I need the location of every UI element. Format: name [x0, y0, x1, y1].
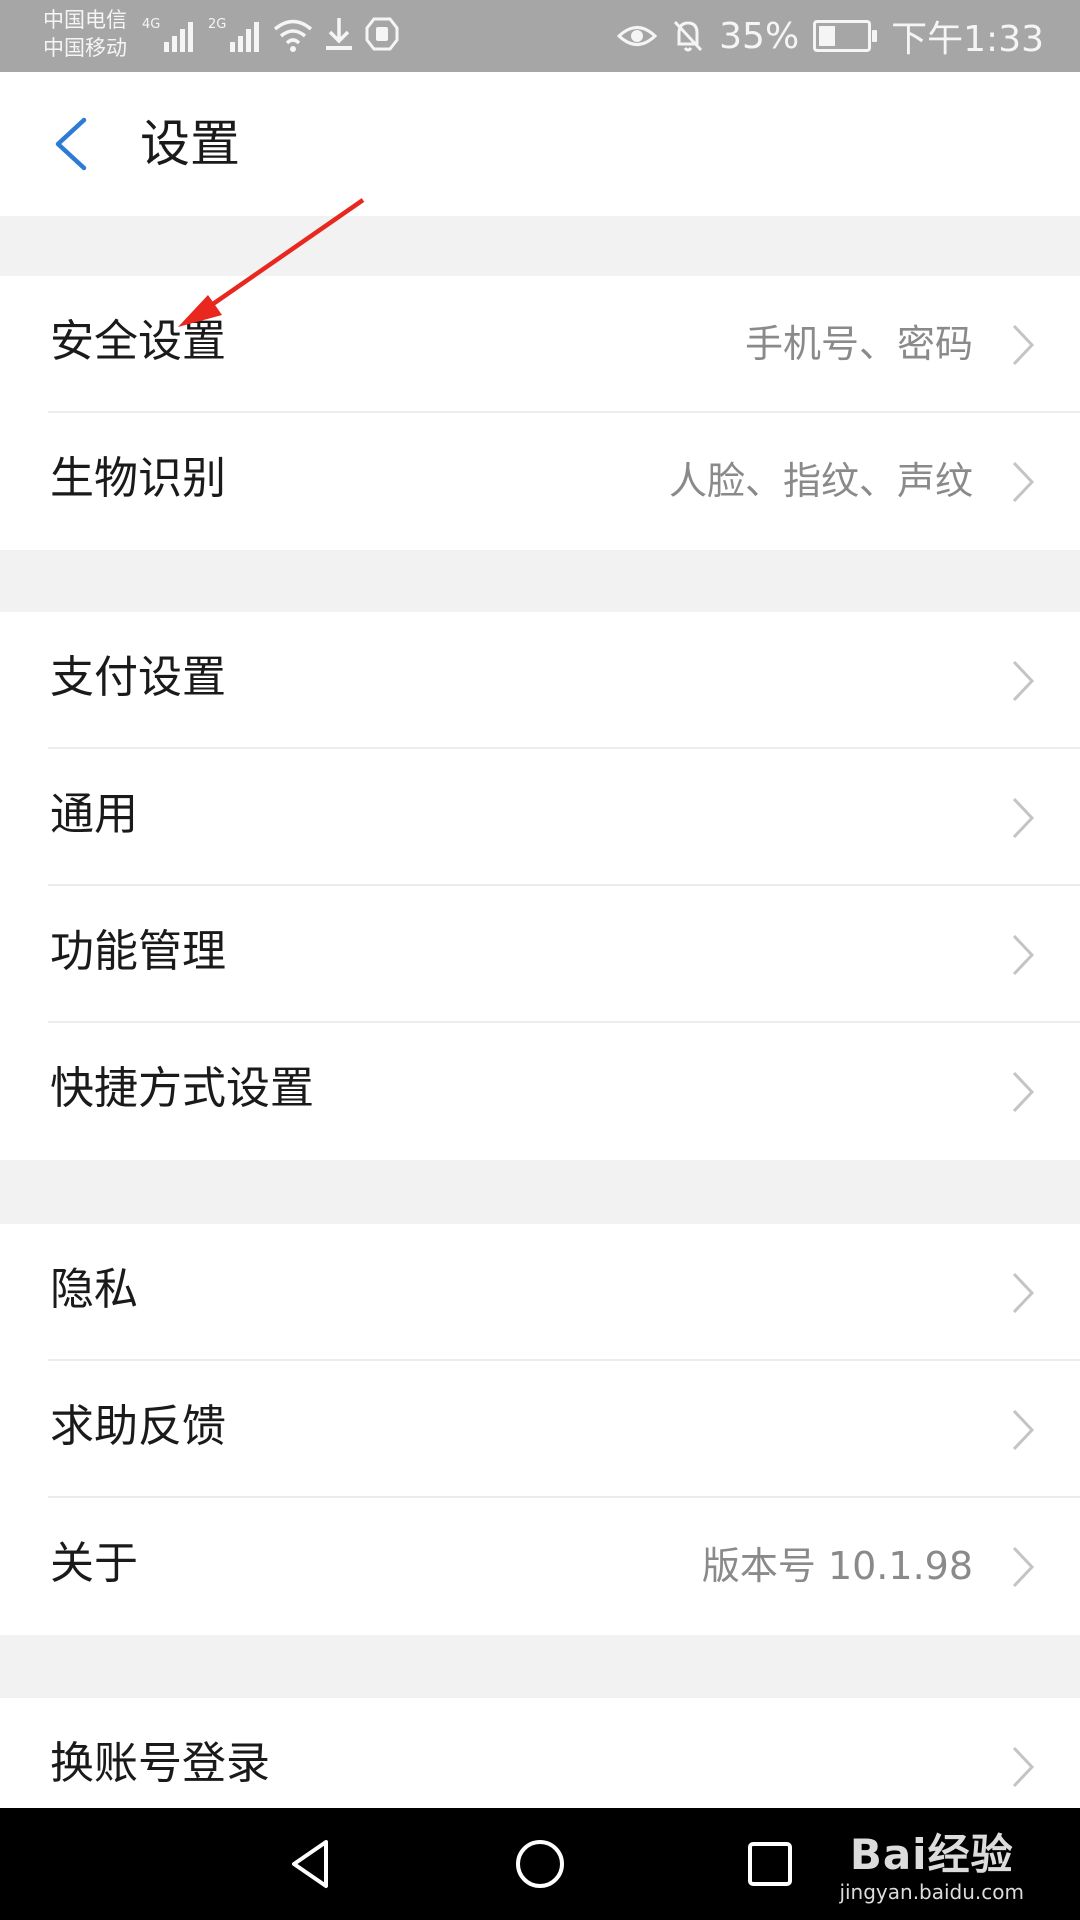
- item-label: 隐私: [50, 1264, 138, 1315]
- item-label: 快捷方式设置: [50, 1063, 314, 1114]
- chevron-right-icon: [1012, 1746, 1035, 1788]
- clock: 下午1:33: [891, 19, 1044, 60]
- carrier-info: 中国电信 中国移动: [43, 6, 127, 62]
- eye-icon: [617, 26, 658, 46]
- battery-fill: [819, 26, 836, 46]
- chevron-right-icon: [1012, 1546, 1035, 1588]
- item-label: 求助反馈: [50, 1401, 226, 1452]
- status-right: 35% 下午1:33: [617, 10, 1044, 62]
- settings-item-shortcuts[interactable]: 快捷方式设置: [0, 1023, 1080, 1160]
- title-bar: 设置: [0, 72, 1080, 216]
- wifi-icon: [273, 19, 313, 52]
- item-label: 安全设置: [50, 316, 226, 367]
- signal-icon: 4G: [142, 17, 193, 52]
- mute-bell-icon: [674, 20, 703, 52]
- settings-item-biometrics[interactable]: 生物识别 人脸、指纹、声纹: [0, 413, 1080, 550]
- item-value: 版本号 10.1.98: [701, 1544, 973, 1588]
- settings-group-support: 隐私 求助反馈 关于 版本号 10.1.98: [0, 1224, 1080, 1635]
- settings-group-account-switch: 换账号登录: [0, 1698, 1080, 1808]
- network-type-1: 4G: [142, 17, 160, 32]
- signal-icon: 2G: [208, 17, 259, 52]
- item-label: 换账号登录: [50, 1738, 270, 1789]
- download-icon: [326, 18, 352, 50]
- item-label: 生物识别: [50, 453, 226, 504]
- settings-item-payment[interactable]: 支付设置: [0, 612, 1080, 749]
- home-circle-icon[interactable]: [512, 1836, 568, 1892]
- item-value: 人脸、指纹、声纹: [668, 459, 973, 503]
- back-arrow-icon[interactable]: [48, 114, 98, 174]
- network-type-2: 2G: [208, 17, 226, 32]
- chevron-right-icon: [1012, 324, 1035, 366]
- chevron-right-icon: [1012, 461, 1035, 503]
- watermark-url: jingyan.baidu.com: [839, 1880, 1024, 1904]
- recents-square-icon[interactable]: [742, 1836, 798, 1892]
- settings-item-feedback[interactable]: 求助反馈: [0, 1361, 1080, 1498]
- chevron-right-icon: [1012, 660, 1035, 702]
- item-label: 关于: [50, 1538, 138, 1589]
- settings-item-general[interactable]: 通用: [0, 749, 1080, 886]
- navigation-bar: Bai经验 jingyan.baidu.com: [0, 1808, 1080, 1920]
- carrier-1: 中国电信: [43, 8, 127, 32]
- page-title: 设置: [140, 115, 240, 173]
- carrier-2: 中国移动: [43, 36, 127, 60]
- item-label: 功能管理: [50, 926, 226, 977]
- item-label: 通用: [50, 789, 138, 840]
- item-label: 支付设置: [50, 652, 226, 703]
- chevron-right-icon: [1012, 934, 1035, 976]
- chevron-right-icon: [1012, 1409, 1035, 1451]
- battery-icon: [813, 20, 878, 52]
- watermark-logo: Bai经验: [849, 1830, 1014, 1879]
- settings-item-security[interactable]: 安全设置 手机号、密码: [0, 276, 1080, 413]
- shield-icon: [365, 17, 399, 51]
- status-bar: 中国电信 中国移动 4G 2G 35% 下午1:33: [0, 0, 1080, 72]
- settings-item-switch-account[interactable]: 换账号登录: [0, 1698, 1080, 1808]
- chevron-right-icon: [1012, 1071, 1035, 1113]
- settings-group-account: 安全设置 手机号、密码 生物识别 人脸、指纹、声纹: [0, 276, 1080, 550]
- item-value: 手机号、密码: [744, 322, 973, 366]
- settings-item-features[interactable]: 功能管理: [0, 886, 1080, 1023]
- settings-group-general: 支付设置 通用 功能管理 快捷方式设置: [0, 612, 1080, 1160]
- settings-item-about[interactable]: 关于 版本号 10.1.98: [0, 1498, 1080, 1635]
- battery-percent: 35%: [719, 15, 800, 57]
- chevron-right-icon: [1012, 1272, 1035, 1314]
- chevron-right-icon: [1012, 797, 1035, 839]
- settings-item-privacy[interactable]: 隐私: [0, 1224, 1080, 1361]
- back-triangle-icon[interactable]: [282, 1836, 338, 1892]
- watermark: Bai经验 jingyan.baidu.com: [839, 1830, 1024, 1904]
